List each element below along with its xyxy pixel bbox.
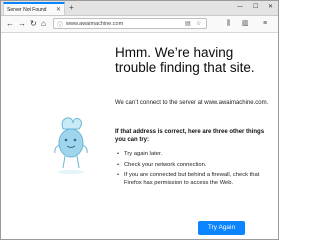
bullet-icon: • (117, 151, 120, 157)
back-icon[interactable]: ← (6, 19, 14, 29)
list-item: • Try again later. (115, 151, 275, 159)
tab-title: Server Not Found (7, 6, 47, 13)
suggestions-list: • Try again later. • Check your network co… (115, 151, 275, 190)
maximize-icon[interactable]: ☐ (253, 3, 258, 12)
navigation-bar: ← → ↻ ⌂ ⓘ www.awaimachine.com ▤ ☆ ⫼ ▥ ≡ (1, 16, 278, 33)
try-again-button[interactable]: Try Again (198, 221, 245, 235)
bullet-icon: • (117, 161, 120, 168)
menu-icon[interactable]: ≡ (263, 20, 267, 28)
list-item: • Check your network connection. (115, 162, 275, 170)
tab-strip: Server Not Found ✕ + — ☐ ✕ (1, 1, 278, 16)
home-icon[interactable]: ⌂ (41, 19, 46, 29)
suggestions-heading: If that address is correct, here are thr… (115, 129, 265, 143)
list-item: • If you are connected but behind a firew… (115, 172, 275, 187)
tab-close-icon[interactable]: ✕ (56, 7, 61, 13)
site-info-icon[interactable]: ⓘ (57, 20, 63, 29)
suggestion-text: Try again later. (124, 151, 163, 157)
library-icon[interactable]: ⫼ (227, 20, 230, 28)
bullet-icon: • (117, 172, 120, 178)
reader-view-icon[interactable]: ▤ (185, 20, 191, 27)
sidebar-icon[interactable]: ▥ (242, 20, 249, 28)
forward-icon[interactable]: → (18, 19, 26, 29)
tab-server-not-found[interactable]: Server Not Found ✕ (3, 2, 65, 15)
error-title: Hmm. We’re having trouble finding that s… (115, 45, 255, 75)
url-text[interactable]: www.awaimachine.com (66, 21, 123, 27)
error-description: We can’t connect to the server at www.aw… (115, 100, 269, 106)
suggestion-text: If you are connected but behind a firewa… (124, 172, 260, 186)
url-bar[interactable]: ⓘ www.awaimachine.com ▤ ☆ (53, 18, 207, 29)
browser-window: Server Not Found ✕ + — ☐ ✕ ← → ↻ ⌂ ⓘ www… (0, 0, 279, 240)
new-tab-icon[interactable]: + (69, 3, 74, 12)
window-close-icon[interactable]: ✕ (268, 3, 273, 12)
reload-icon[interactable]: ↻ (30, 19, 37, 29)
error-page: Hmm. We’re having trouble finding that s… (1, 33, 278, 239)
minimize-icon[interactable]: — (237, 3, 243, 12)
bookmark-star-icon[interactable]: ☆ (196, 20, 201, 27)
error-illustration-icon (54, 117, 88, 174)
suggestion-text: Check your network connection. (124, 161, 207, 168)
